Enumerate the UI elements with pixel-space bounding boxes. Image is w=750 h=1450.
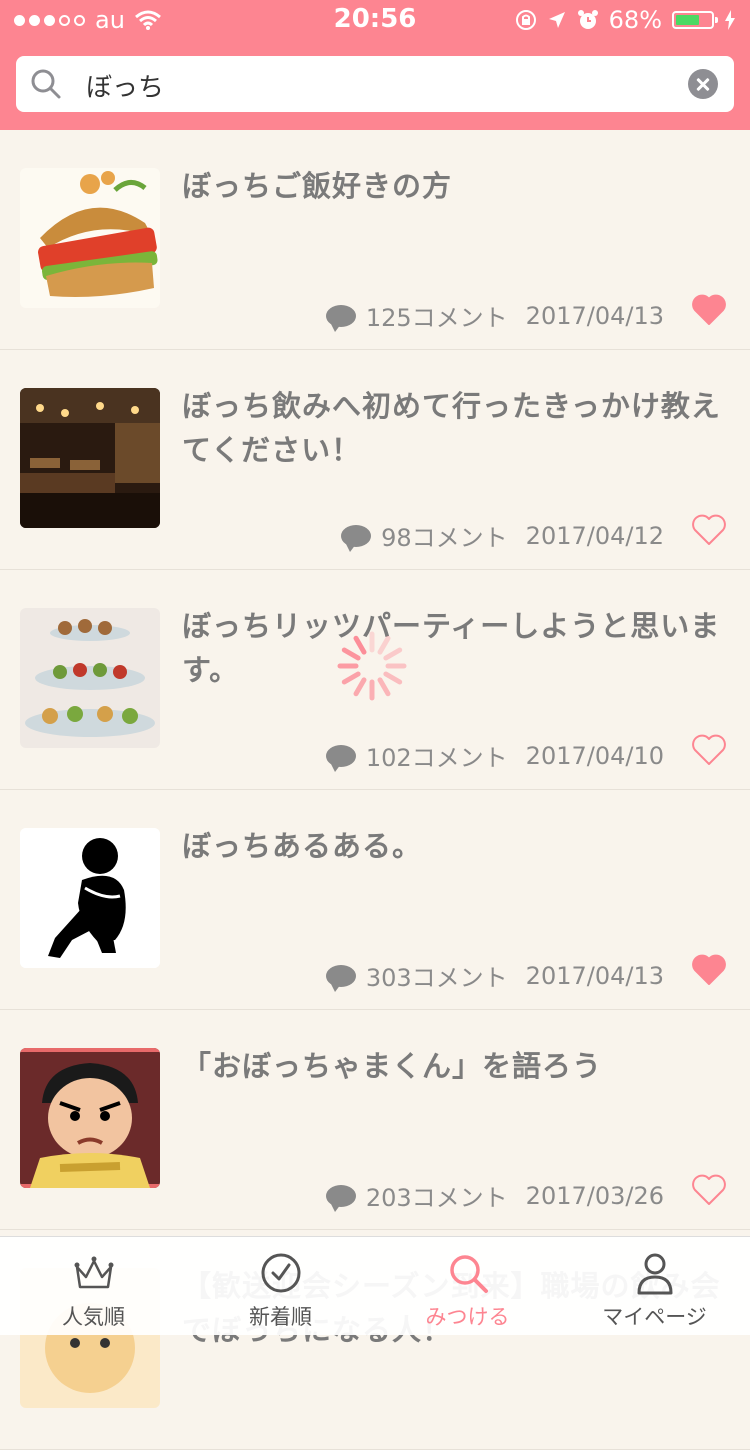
- heart-icon-filled[interactable]: [692, 954, 726, 986]
- comment-icon: [325, 304, 356, 332]
- comment-icon: [325, 964, 356, 992]
- sitting-person-icon: [20, 828, 160, 968]
- post-date: 2017/04/10: [525, 741, 664, 770]
- post-date: 2017/04/12: [525, 521, 664, 550]
- battery-fill: [676, 15, 699, 25]
- spinner-spoke: [341, 647, 361, 661]
- post-thumbnail: [20, 608, 160, 748]
- cartoon-boy-image: [20, 1048, 160, 1188]
- spinner-spoke: [341, 671, 361, 685]
- spinner-spoke: [377, 635, 391, 655]
- rotation-lock-icon: [515, 10, 536, 30]
- post-row[interactable]: ぼっち飲みへ初めて行ったきっかけ教えてください！ 98コメント 2017/04/…: [0, 350, 750, 570]
- comment-count: 203コメント: [365, 1184, 508, 1212]
- post-date: 2017/04/13: [525, 301, 664, 330]
- alarm-icon: [577, 10, 598, 29]
- post-meta: 102コメント 2017/04/10: [325, 738, 664, 773]
- crown-icon: [74, 1256, 114, 1289]
- post-title: ぼっちリッツパーティーしようと思います。: [182, 609, 721, 687]
- post-row[interactable]: ぼっちあるある。 303コメント 2017/04/13: [0, 790, 750, 1010]
- tab-mypage[interactable]: マイページ: [561, 1237, 748, 1335]
- post-title: 「おぼっちゃまくん」を語ろう: [182, 1049, 603, 1083]
- post-thumbnail: [20, 1048, 160, 1188]
- post-title: ぼっちご飯好きの方: [182, 169, 453, 203]
- post-row[interactable]: ぼっちご飯好きの方 125コメント 2017/04/13: [0, 130, 750, 350]
- status-bar: au 20:56 68%: [0, 0, 750, 40]
- status-right: 68%: [515, 6, 736, 34]
- spinner-spoke: [377, 677, 391, 697]
- post-thumbnail: [20, 168, 160, 308]
- post-meta: 98コメント 2017/04/12: [341, 518, 664, 553]
- heart-icon-filled[interactable]: [692, 294, 726, 326]
- comment-icon: [325, 1184, 356, 1212]
- search-query-text[interactable]: ぼっち: [86, 67, 164, 104]
- battery-percent: 68%: [608, 6, 662, 34]
- appetizer-tray-photo: [20, 608, 160, 748]
- comment-count: 102コメント: [365, 744, 508, 772]
- charging-icon: [725, 10, 735, 30]
- comment-icon: [341, 524, 372, 552]
- post-meta: 303コメント 2017/04/13: [325, 958, 664, 993]
- search-header: ぼっち: [0, 40, 750, 130]
- search-icon: [450, 1255, 488, 1293]
- heart-icon-outline[interactable]: [692, 734, 726, 766]
- tab-discover[interactable]: みつける: [374, 1237, 561, 1335]
- burger-photo: [20, 168, 160, 308]
- person-icon: [637, 1253, 673, 1295]
- search-icon: [31, 69, 61, 99]
- heart-icon-outline[interactable]: [692, 514, 726, 546]
- location-arrow-icon: [548, 12, 565, 28]
- heart-icon-outline[interactable]: [692, 1174, 726, 1206]
- comment-count: 125コメント: [365, 304, 508, 332]
- tab-label: みつける: [425, 1305, 510, 1329]
- battery-icon: [672, 11, 718, 29]
- tab-label: 新着順: [249, 1305, 312, 1329]
- loading-spinner-icon: [337, 631, 407, 701]
- clear-search-button[interactable]: [688, 69, 718, 99]
- post-meta: 125コメント 2017/04/13: [325, 298, 664, 333]
- tab-popular[interactable]: 人気順: [0, 1237, 187, 1335]
- post-thumbnail: [20, 388, 160, 528]
- spinner-spoke: [353, 635, 367, 655]
- spinner-spoke: [353, 677, 367, 697]
- post-date: 2017/03/26: [525, 1181, 664, 1210]
- clock-icon: [261, 1253, 301, 1293]
- post-title: ぼっち飲みへ初めて行ったきっかけ教えてください！: [182, 389, 721, 467]
- post-date: 2017/04/13: [525, 961, 664, 990]
- post-thumbnail: [20, 828, 160, 968]
- spinner-spokes: [337, 631, 407, 701]
- bar-photo: [20, 388, 160, 528]
- spinner-spoke: [383, 671, 403, 685]
- comment-count: 98コメント: [381, 524, 508, 552]
- spinner-spoke: [383, 647, 403, 661]
- post-row[interactable]: 「おぼっちゃまくん」を語ろう 203コメント 2017/03/26: [0, 1010, 750, 1230]
- comment-count: 303コメント: [365, 964, 508, 992]
- tab-label: 人気順: [62, 1305, 125, 1329]
- tab-label: マイページ: [602, 1305, 707, 1329]
- tab-newest[interactable]: 新着順: [187, 1237, 374, 1335]
- comment-icon: [325, 744, 356, 772]
- search-input[interactable]: ぼっち: [16, 56, 734, 112]
- tab-bar: 人気順 新着順 みつける マイページ: [0, 1236, 750, 1335]
- post-title: ぼっちあるある。: [182, 829, 423, 863]
- post-meta: 203コメント 2017/03/26: [325, 1178, 664, 1213]
